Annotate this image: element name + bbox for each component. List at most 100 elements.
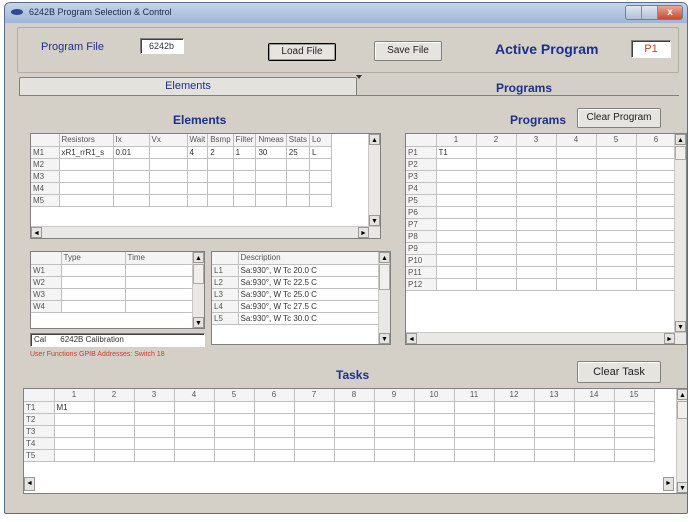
row-header[interactable]: P1 (406, 146, 437, 159)
table-row[interactable]: L5 Sa:930°, W Tc 30.0 C (212, 312, 379, 325)
grid-cell[interactable] (636, 194, 677, 207)
grid-cell[interactable] (436, 230, 477, 243)
table-row[interactable]: M5 (31, 194, 333, 207)
tab-elements[interactable]: Elements (19, 77, 357, 95)
grid-cell[interactable] (94, 413, 135, 426)
grid-cell[interactable] (596, 230, 637, 243)
grid-cell[interactable] (54, 449, 95, 462)
grid-cell[interactable] (574, 437, 615, 450)
grid-cell[interactable] (334, 437, 375, 450)
waits-vscroll[interactable]: ▲ ▼ (192, 252, 204, 328)
grid-cell[interactable] (516, 266, 557, 279)
grid-cell[interactable] (187, 170, 209, 183)
row-header[interactable]: P9 (406, 242, 437, 255)
tab-programs[interactable]: Programs (496, 81, 552, 95)
grid-cell[interactable] (149, 194, 188, 207)
grid-cell[interactable] (556, 218, 597, 231)
grid-cell[interactable] (374, 425, 415, 438)
grid-cell[interactable] (636, 182, 677, 195)
column-header[interactable]: 12 (494, 389, 535, 402)
table-row[interactable]: P6 (406, 206, 677, 219)
column-header[interactable]: Vx (149, 134, 188, 147)
grid-cell[interactable] (596, 278, 637, 291)
grid-cell[interactable] (374, 401, 415, 414)
elements-hscroll[interactable]: ◄ ► (31, 226, 380, 238)
grid-cell[interactable] (134, 437, 175, 450)
grid-cell[interactable] (233, 170, 257, 183)
clear-program-button[interactable]: Clear Program (577, 108, 661, 128)
grid-cell[interactable] (134, 449, 175, 462)
grid-cell[interactable] (294, 413, 335, 426)
grid-cell[interactable] (207, 194, 234, 207)
table-row[interactable]: P11 (406, 266, 677, 279)
close-button[interactable] (658, 6, 682, 19)
grid-cell[interactable] (187, 194, 209, 207)
programs-grid[interactable]: 1 2 3 4 5 6 P1 T1 P2 P3 P4 P5 P6 P7 P8 P9 P10 P11 P12 ▲ ▼ … (405, 133, 687, 345)
grid-cell[interactable] (534, 413, 575, 426)
grid-cell[interactable] (436, 242, 477, 255)
table-row[interactable]: T3 (24, 425, 655, 438)
grid-cell[interactable]: T1 (436, 146, 477, 159)
grid-cell[interactable] (286, 182, 311, 195)
grid-cell[interactable] (636, 170, 677, 183)
cal-field[interactable]: Cal 6242B Calibration (30, 333, 205, 347)
grid-cell[interactable] (334, 425, 375, 438)
table-row[interactable]: L4 Sa:930°, W Tc 27.5 C (212, 300, 379, 313)
column-header[interactable]: Lo (309, 134, 333, 147)
grid-cell[interactable] (596, 254, 637, 267)
grid-cell[interactable] (556, 266, 597, 279)
grid-cell[interactable] (309, 194, 333, 207)
column-header[interactable]: 3 (134, 389, 175, 402)
grid-cell[interactable] (174, 425, 215, 438)
grid-cell[interactable] (596, 206, 637, 219)
grid-cell[interactable] (174, 401, 215, 414)
grid-cell[interactable] (636, 158, 677, 171)
waits-grid[interactable]: Type Time W1 W2 W3 W4 ▲ ▼ (30, 251, 205, 329)
grid-cell[interactable] (254, 425, 295, 438)
table-row[interactable]: M4 (31, 182, 333, 195)
grid-cell[interactable] (94, 449, 135, 462)
table-row[interactable]: W3 (31, 288, 194, 301)
column-header[interactable]: 9 (374, 389, 415, 402)
grid-cell[interactable] (516, 182, 557, 195)
grid-cell[interactable] (54, 413, 95, 426)
grid-cell[interactable] (54, 437, 95, 450)
grid-cell[interactable] (556, 278, 597, 291)
grid-cell[interactable] (454, 425, 495, 438)
grid-cell[interactable] (125, 288, 194, 301)
scroll-right-icon[interactable]: ► (663, 477, 674, 491)
grid-cell[interactable] (494, 425, 535, 438)
column-header[interactable]: 6 (636, 134, 677, 147)
row-header[interactable]: P7 (406, 218, 437, 231)
grid-cell[interactable]: Sa:930°, W Tc 30.0 C (238, 312, 379, 325)
row-header[interactable]: L3 (212, 288, 239, 301)
table-row[interactable]: P4 (406, 182, 677, 195)
grid-cell[interactable] (636, 230, 677, 243)
table-row[interactable]: P5 (406, 194, 677, 207)
grid-cell[interactable] (134, 401, 175, 414)
grid-cell[interactable] (556, 206, 597, 219)
table-row[interactable]: L1 Sa:930°, W Tc 20.0 C (212, 264, 379, 277)
grid-cell[interactable] (636, 254, 677, 267)
grid-cell[interactable] (596, 266, 637, 279)
grid-cell[interactable] (534, 449, 575, 462)
column-header[interactable] (406, 134, 437, 147)
grid-cell[interactable]: Sa:930°, W Tc 20.0 C (238, 264, 379, 277)
grid-cell[interactable] (214, 425, 255, 438)
grid-cell[interactable] (556, 242, 597, 255)
grid-cell[interactable] (187, 158, 209, 171)
grid-cell[interactable] (476, 194, 517, 207)
grid-cell[interactable] (294, 425, 335, 438)
grid-cell[interactable] (134, 413, 175, 426)
grid-cell[interactable] (61, 300, 126, 313)
row-header[interactable]: P10 (406, 254, 437, 267)
grid-cell[interactable] (113, 170, 150, 183)
column-header[interactable] (212, 252, 239, 265)
elements-grid[interactable]: Resistors Ix Vx Wait Bsmp Filter Nmeas Stats Lo M… (30, 133, 381, 239)
grid-cell[interactable] (614, 413, 655, 426)
table-row[interactable]: L3 Sa:930°, W Tc 25.0 C (212, 288, 379, 301)
grid-cell[interactable] (516, 146, 557, 159)
grid-cell[interactable] (94, 437, 135, 450)
grid-cell[interactable] (61, 264, 126, 277)
column-header[interactable]: 6 (254, 389, 295, 402)
